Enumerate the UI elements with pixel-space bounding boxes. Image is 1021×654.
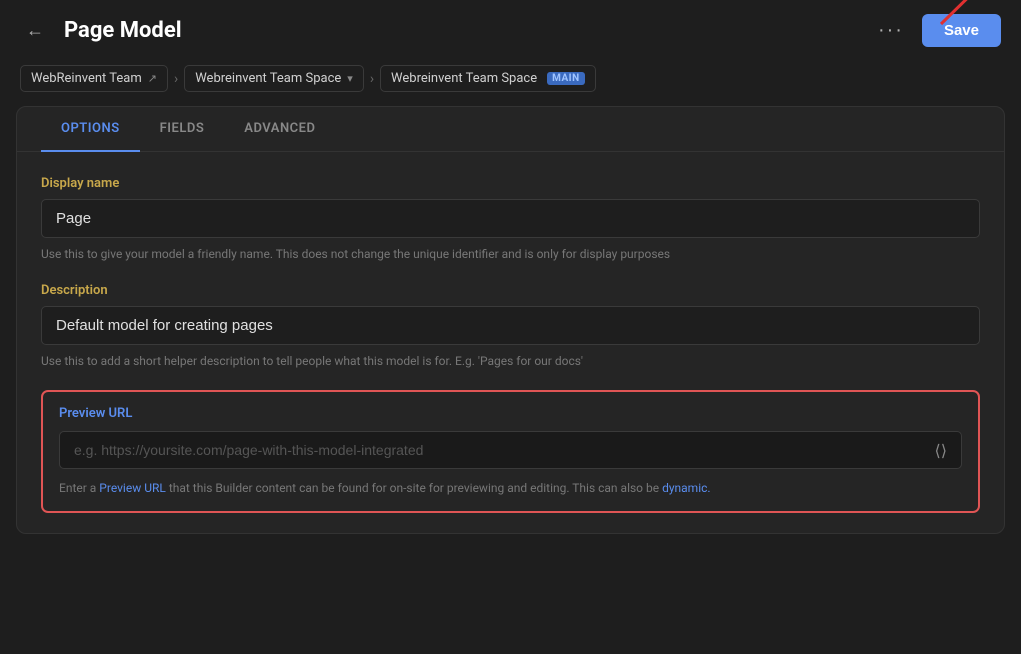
breadcrumb-space[interactable]: Webreinvent Team Space ▾ bbox=[184, 65, 364, 92]
tabs: OPTIONS FIELDS ADVANCED bbox=[17, 107, 1004, 152]
tab-fields[interactable]: FIELDS bbox=[140, 107, 225, 152]
preview-url-section: Preview URL ⟨⟩ Enter a Preview URL that … bbox=[41, 390, 980, 513]
preview-url-input[interactable] bbox=[70, 432, 931, 468]
preview-url-hint: Enter a Preview URL that this Builder co… bbox=[59, 479, 962, 497]
tab-advanced[interactable]: ADVANCED bbox=[224, 107, 335, 152]
breadcrumb-space-label: Webreinvent Team Space bbox=[195, 71, 341, 86]
red-arrow-icon bbox=[931, 0, 1011, 29]
back-button[interactable]: ← bbox=[20, 18, 50, 43]
form-body: Display name Use this to give your model… bbox=[17, 152, 1004, 370]
description-input[interactable] bbox=[41, 306, 980, 345]
external-link-icon: ↗ bbox=[148, 72, 157, 85]
header: ← Page Model ··· Save bbox=[0, 0, 1021, 57]
page-title: Page Model bbox=[64, 18, 182, 43]
breadcrumb-separator-1: › bbox=[174, 71, 178, 87]
chevron-down-icon: ▾ bbox=[347, 72, 353, 85]
more-options-button[interactable]: ··· bbox=[870, 15, 912, 46]
preview-url-link[interactable]: Preview URL bbox=[99, 481, 166, 495]
header-left: ← Page Model bbox=[20, 18, 182, 43]
breadcrumb-team-label: WebReinvent Team bbox=[31, 71, 142, 86]
description-hint: Use this to add a short helper descripti… bbox=[41, 352, 980, 370]
preview-url-label: Preview URL bbox=[59, 406, 962, 421]
breadcrumb-separator-2: › bbox=[370, 71, 374, 87]
breadcrumb: WebReinvent Team ↗ › Webreinvent Team Sp… bbox=[0, 57, 1021, 106]
main-content: OPTIONS FIELDS ADVANCED Display name Use… bbox=[16, 106, 1005, 534]
breadcrumb-branch-label: Webreinvent Team Space bbox=[391, 71, 537, 86]
breadcrumb-team[interactable]: WebReinvent Team ↗ bbox=[20, 65, 168, 92]
tab-options[interactable]: OPTIONS bbox=[41, 107, 140, 152]
description-label: Description bbox=[41, 283, 980, 298]
branch-badge: MAIN bbox=[547, 72, 585, 85]
hint-pre-text: Enter a bbox=[59, 481, 99, 495]
breadcrumb-branch[interactable]: Webreinvent Team Space MAIN bbox=[380, 65, 596, 92]
header-right: ··· Save bbox=[870, 14, 1001, 47]
display-name-hint: Use this to give your model a friendly n… bbox=[41, 245, 980, 263]
preview-url-input-row: ⟨⟩ bbox=[59, 431, 962, 469]
code-icon[interactable]: ⟨⟩ bbox=[931, 437, 951, 464]
hint-mid-text: that this Builder content can be found f… bbox=[166, 481, 662, 495]
dynamic-link[interactable]: dynamic. bbox=[662, 481, 711, 495]
display-name-input[interactable] bbox=[41, 199, 980, 238]
display-name-label: Display name bbox=[41, 176, 980, 191]
